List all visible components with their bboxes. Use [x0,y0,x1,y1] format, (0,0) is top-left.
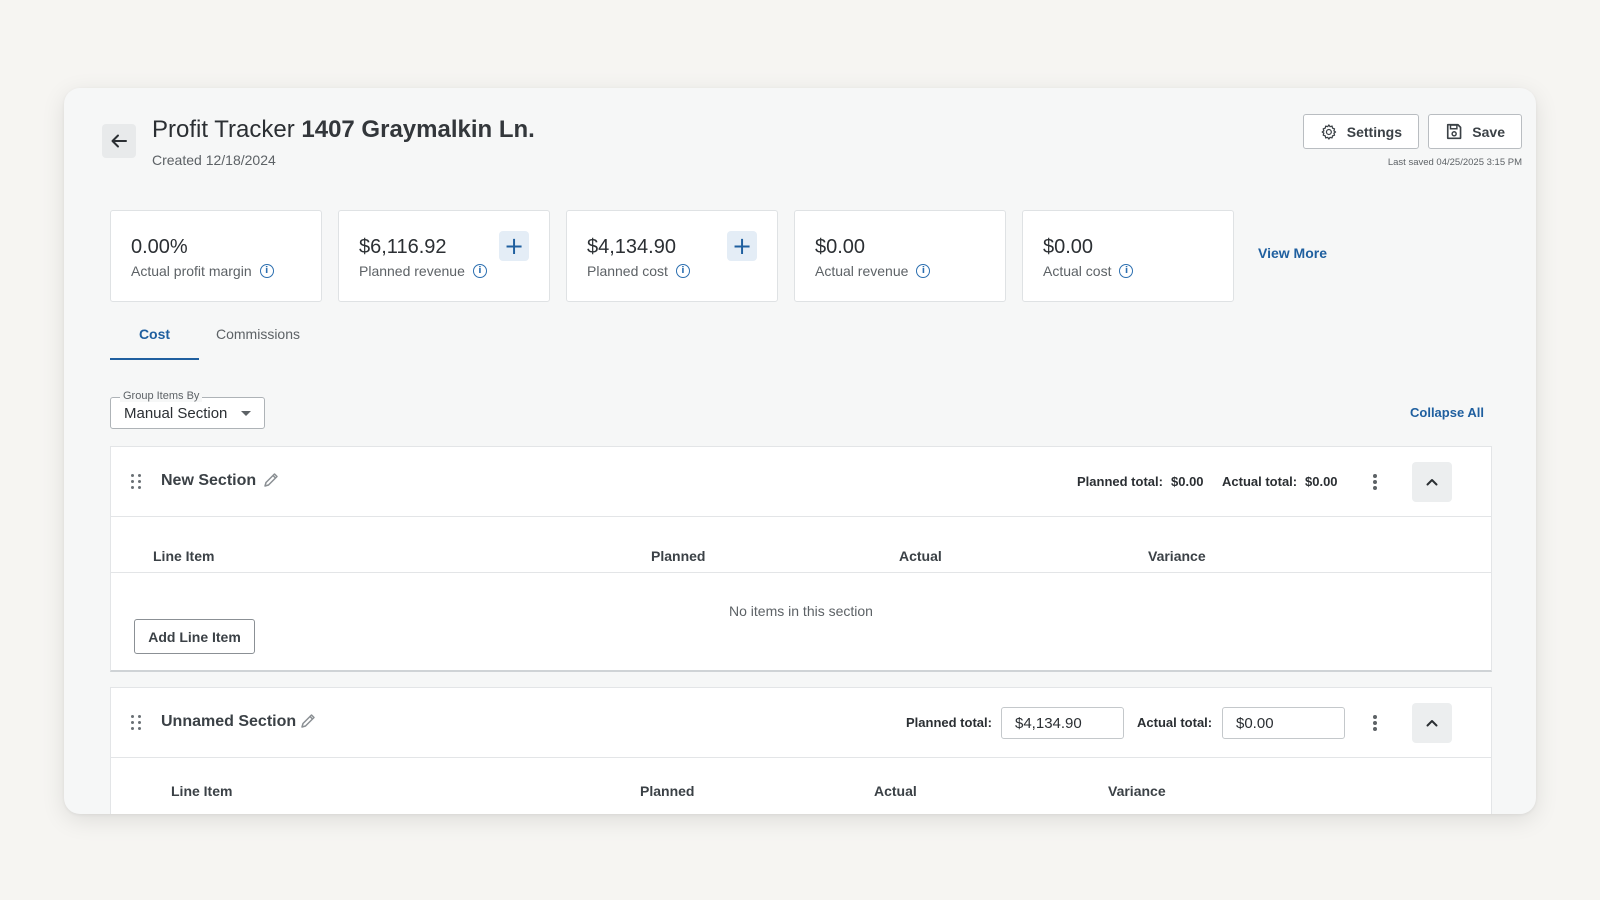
metric-value: $0.00 [815,236,866,258]
collapse-section-button[interactable] [1412,462,1452,502]
arrow-left-icon [111,134,127,148]
group-items-by-label: Group Items By [120,390,203,402]
page-title-address: 1407 Graymalkin Ln. [301,116,535,143]
column-header-actual: Actual [899,548,942,564]
planned-total-input[interactable] [1001,707,1124,739]
metric-value: $0.00 [1043,236,1094,258]
caret-down-icon [241,411,251,416]
pencil-icon[interactable] [262,471,280,489]
created-date: Created 12/18/2024 [152,152,276,168]
add-line-item-button[interactable]: Add Line Item [134,619,255,654]
metric-card-actual-cost: $0.00 Actual cost i [1022,210,1234,302]
info-icon[interactable]: i [675,264,690,278]
info-icon[interactable]: i [472,264,487,278]
info-icon[interactable]: i [259,264,274,278]
section-header: New Section Planned total: $0.00 Actual … [111,447,1491,517]
empty-section-message: No items in this section [729,603,873,619]
section-header: Unnamed Section Planned total: Actual to… [111,688,1491,758]
chevron-up-icon [1426,720,1438,727]
planned-total-label: Planned total: [906,715,992,730]
column-header-line-item: Line Item [171,783,233,799]
add-planned-cost-button[interactable]: + [727,231,757,261]
section-unnamed-section: Unnamed Section Planned total: Actual to… [110,687,1492,814]
plus-icon: + [503,232,525,260]
metric-card-planned-revenue: $6,116.92 Planned revenue i + [338,210,550,302]
view-more-link[interactable]: View More [1258,245,1327,261]
tab-cost[interactable]: Cost [110,326,199,360]
profit-tracker-window: Profit Tracker 1407 Graymalkin Ln. Creat… [64,88,1536,814]
collapse-section-button[interactable] [1412,703,1452,743]
planned-total-label: Planned total: [1077,474,1163,489]
metric-card-actual-profit-margin: 0.00% Actual profit margin i [110,210,322,302]
column-header-planned: Planned [640,783,695,799]
save-button[interactable]: Save [1428,114,1522,149]
metric-label: Actual cost i [1043,263,1134,279]
settings-button[interactable]: Settings [1303,114,1419,149]
collapse-all-button[interactable]: Collapse All [1410,405,1484,420]
metric-label-text: Actual profit margin [131,263,252,279]
metric-label: Planned revenue i [359,263,487,279]
drag-handle-icon[interactable] [131,474,141,489]
section-new-section: New Section Planned total: $0.00 Actual … [110,446,1492,672]
planned-total-value: $0.00 [1171,474,1204,489]
kebab-menu-icon[interactable] [1367,471,1383,493]
settings-button-label: Settings [1346,123,1402,140]
last-saved-timestamp: Last saved 04/25/2025 3:15 PM [1387,157,1522,168]
floppy-disk-icon [1446,123,1462,140]
info-icon[interactable]: i [1119,264,1134,278]
gear-icon [1321,123,1337,140]
section-title: Unnamed Section [161,713,297,730]
column-header-planned: Planned [651,548,706,564]
metric-label: Actual revenue i [815,263,931,279]
back-button[interactable] [102,124,136,158]
metric-value: $4,134.90 [587,236,676,258]
actual-total-label: Actual total: [1222,474,1298,489]
actual-total-label: Actual total: [1137,715,1213,730]
plus-icon: + [731,232,753,260]
add-planned-revenue-button[interactable]: + [499,231,529,261]
page-title-prefix: Profit Tracker [152,116,295,143]
group-items-by-select[interactable]: Group Items By Manual Section [110,390,265,429]
metric-label: Planned cost i [587,263,690,279]
column-header-variance: Variance [1148,548,1206,564]
metric-card-planned-cost: $4,134.90 Planned cost i + [566,210,778,302]
page-title: Profit Tracker 1407 Graymalkin Ln. [152,116,535,144]
info-icon[interactable]: i [916,264,931,278]
drag-handle-icon[interactable] [131,715,141,730]
group-items-by-value: Manual Section [124,405,228,422]
metric-label-text: Actual revenue [815,263,909,279]
metric-label: Actual profit margin i [131,263,274,279]
metric-label-text: Planned cost [587,263,668,279]
section-title: New Section [161,472,257,489]
chevron-up-icon [1426,479,1438,486]
metric-value: $6,116.92 [359,236,447,258]
actual-total-value: $0.00 [1305,474,1338,489]
metric-value: 0.00% [131,236,188,258]
kebab-menu-icon[interactable] [1367,712,1383,734]
metric-card-actual-revenue: $0.00 Actual revenue i [794,210,1006,302]
tab-commissions[interactable]: Commissions [199,326,317,360]
pencil-icon[interactable] [299,712,317,730]
column-header-line-item: Line Item [153,548,215,564]
actual-total-input[interactable] [1222,707,1345,739]
metric-label-text: Actual cost [1043,263,1112,279]
metric-label-text: Planned revenue [359,263,465,279]
column-header-variance: Variance [1108,783,1166,799]
column-header-actual: Actual [874,783,917,799]
row-divider [111,572,1491,573]
save-button-label: Save [1472,123,1505,140]
